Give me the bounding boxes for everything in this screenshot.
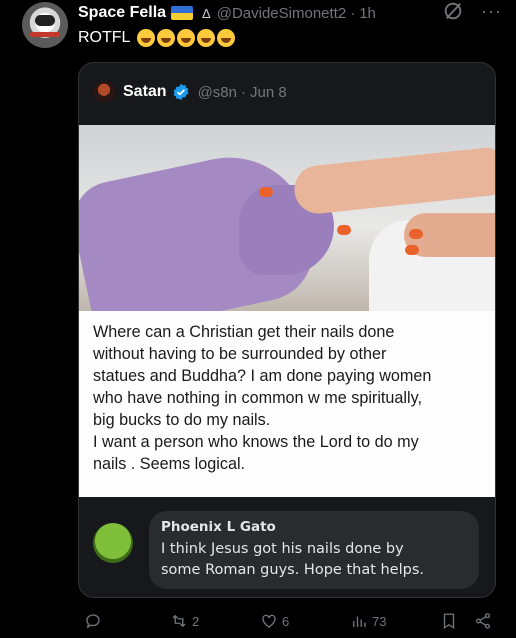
caption-line: statues and Buddha? I am done paying wom… — [93, 367, 432, 385]
separator-dot: · — [241, 83, 246, 101]
caption-line: without having to be surrounded by other — [93, 345, 387, 363]
author-display-name[interactable]: Space Fella — [78, 4, 166, 22]
caption-line: big bucks to do my nails. — [93, 411, 271, 429]
like-icon — [262, 614, 276, 628]
author-avatar[interactable] — [22, 2, 68, 48]
grok-icon[interactable] — [442, 0, 464, 22]
triangle-symbol: Δ — [202, 5, 211, 21]
share-icon — [475, 613, 491, 629]
rofl-emoji-icon — [177, 29, 196, 47]
photo-nail — [409, 229, 423, 239]
rofl-emoji-icon — [137, 29, 156, 47]
rofl-emoji-icon — [217, 29, 236, 47]
views-button[interactable]: 73 — [350, 612, 386, 630]
tweet-text-content: ROTFL — [78, 29, 131, 46]
avatar-visor — [35, 15, 55, 26]
reply-icon — [86, 614, 100, 629]
comment-text-line: I think Jesus got his nails done by — [161, 541, 404, 557]
commenter-avatar — [93, 523, 133, 563]
repost-count: 2 — [192, 613, 200, 629]
commenter-name: Phoenix L Gato — [161, 519, 276, 535]
quoted-tweet[interactable]: Satan @s8n · Jun 8 Where can a Christian… — [78, 62, 496, 598]
quoted-avatar[interactable] — [93, 81, 115, 103]
action-bar: 2 6 73 — [78, 612, 508, 634]
manicure-photo — [79, 125, 495, 311]
caption-line: nails . Seems logical. — [93, 455, 246, 473]
caption-line: I want a person who knows the Lord to do… — [93, 433, 419, 451]
like-count: 6 — [282, 613, 290, 629]
views-icon — [353, 616, 366, 627]
rofl-emoji-icon — [197, 29, 216, 47]
author-handle[interactable]: @DavideSimonett2 — [217, 5, 346, 22]
more-options-button[interactable]: ··· — [481, 1, 502, 22]
bookmark-icon — [443, 613, 455, 630]
photo-nail — [259, 187, 273, 197]
photo-nail — [405, 245, 419, 255]
tweet-text: ROTFL — [78, 27, 236, 49]
like-button[interactable]: 6 — [260, 612, 289, 630]
comment-text-line: some Roman guys. Hope that helps. — [161, 562, 425, 578]
repost-button[interactable]: 2 — [170, 612, 199, 630]
photo-client-hand — [292, 146, 495, 216]
reply-button[interactable] — [84, 612, 102, 630]
image-caption: Where can a Christian get their nails do… — [79, 311, 495, 497]
separator-dot: · — [350, 4, 356, 22]
facebook-comment: Phoenix L Gato I think Jesus got his nai… — [93, 511, 483, 589]
quoted-media[interactable]: Where can a Christian get their nails do… — [79, 125, 495, 589]
share-button[interactable] — [474, 612, 492, 630]
bookmark-button[interactable] — [440, 612, 458, 630]
rofl-emoji-icon — [157, 29, 176, 47]
comment-bubble: Phoenix L Gato I think Jesus got his nai… — [149, 511, 479, 589]
quoted-header: Satan @s8n · Jun 8 — [93, 80, 287, 104]
quoted-handle[interactable]: @s8n — [198, 84, 237, 101]
repost-icon — [172, 614, 186, 628]
avatar-band — [30, 32, 60, 37]
quoted-display-name[interactable]: Satan — [123, 83, 167, 101]
ukraine-flag-icon — [171, 6, 194, 20]
verified-icon — [173, 83, 189, 101]
quoted-date[interactable]: Jun 8 — [250, 84, 287, 101]
caption-line: Where can a Christian get their nails do… — [93, 323, 395, 341]
views-count: 73 — [372, 613, 387, 629]
caption-line: who have nothing in common w me spiritua… — [93, 389, 422, 407]
post-time[interactable]: 1h — [359, 5, 376, 22]
laughing-emoji-group — [135, 29, 236, 47]
photo-nail — [337, 225, 351, 235]
